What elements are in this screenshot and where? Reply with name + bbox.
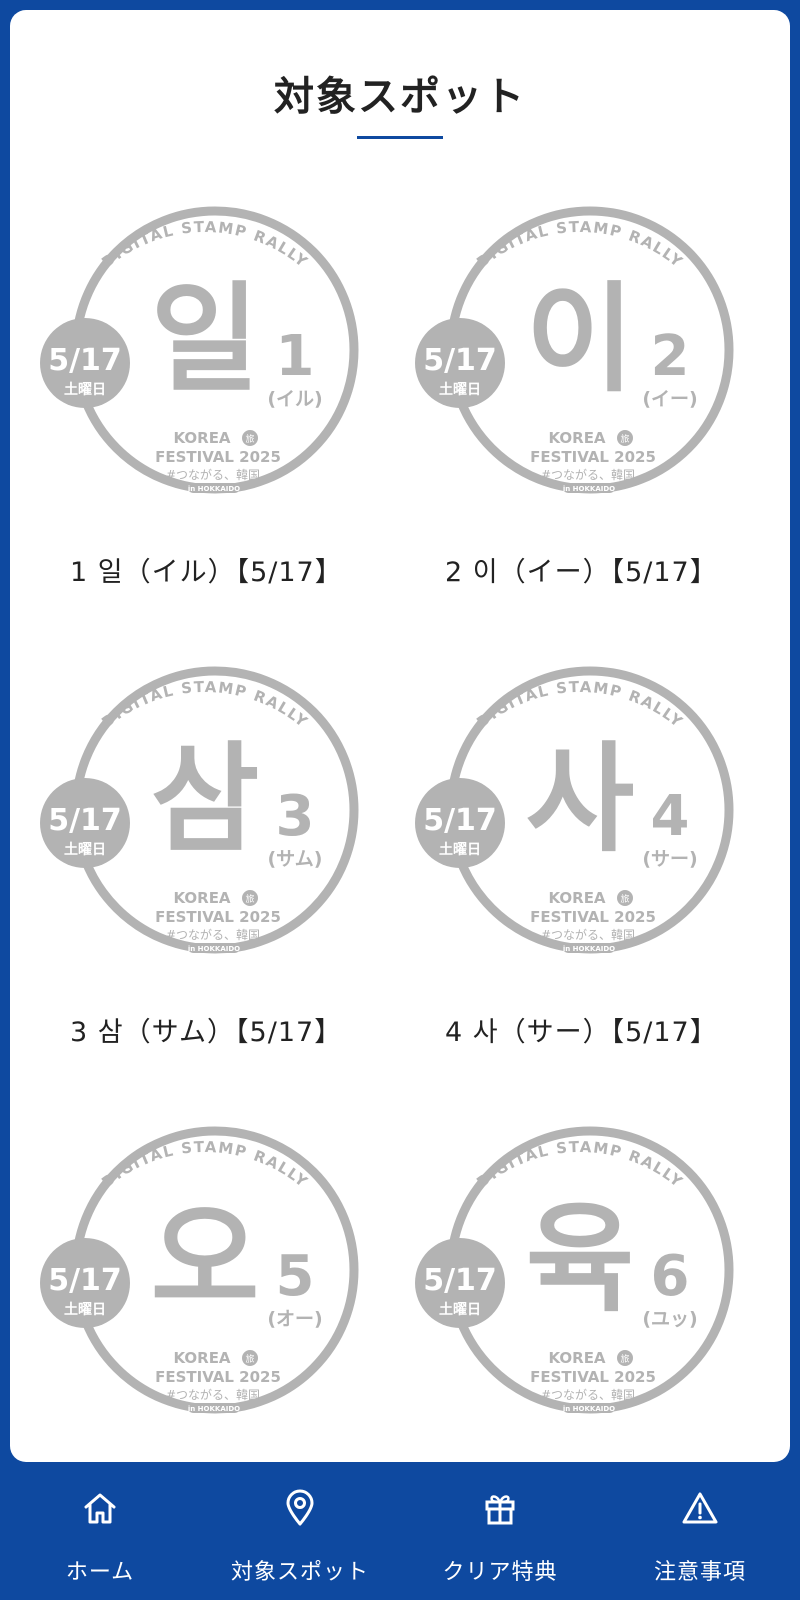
weekday-text: 土曜日 xyxy=(439,841,481,858)
nav-home-label: ホーム xyxy=(65,1560,135,1585)
stamp-image: DIGITAL STAMP RALLY5/17土曜日 사 4(サー)KOREA 旅FE… xyxy=(415,666,734,954)
stamp-hangul: 육 xyxy=(526,1190,635,1328)
stamp-hangul: 일 xyxy=(151,270,260,408)
stamp-image: DIGITAL STAMP RALLY5/17土曜日 이 2(イー)KOREA 旅FE… xyxy=(415,206,734,494)
gift-icon xyxy=(485,1495,515,1525)
title-underline xyxy=(357,136,443,139)
spot-card-3[interactable]: DIGITAL STAMP RALLY 5/17 土曜日 삼 3 (サム) KOREA 旅 FE… xyxy=(40,660,370,1060)
spot-card-4[interactable]: DIGITAL STAMP RALLY 5/17 土曜日 사 4 (サー) KOREA 旅 FE… xyxy=(415,660,745,1060)
weekday-text: 土曜日 xyxy=(64,841,106,858)
logo-badge-text: 旅 xyxy=(245,433,254,445)
logo-line-2: FESTIVAL 2025 xyxy=(155,448,281,466)
spot-label: 3 삼（サム）【5/17】 xyxy=(70,1017,343,1048)
stamp-location: in HOKKAIDO xyxy=(188,485,240,493)
logo-badge-text: 旅 xyxy=(620,1353,629,1365)
home-icon xyxy=(84,1493,116,1524)
date-text: 5/17 xyxy=(423,1263,497,1298)
logo-line-2: FESTIVAL 2025 xyxy=(530,448,656,466)
nav-notes-label: 注意事項 xyxy=(653,1560,746,1585)
logo-line-2: FESTIVAL 2025 xyxy=(530,908,656,926)
stamp-hashtag: #つながる、韓国 xyxy=(541,927,635,942)
weekday-text: 土曜日 xyxy=(64,1301,106,1318)
logo-line-2: FESTIVAL 2025 xyxy=(155,908,281,926)
stamp-hangul: 삼 xyxy=(151,730,260,868)
spot-card-2[interactable]: DIGITAL STAMP RALLY 5/17 土曜日 이 2 (イー) KOREA 旅 FE… xyxy=(415,200,745,600)
stamp-location: in HOKKAIDO xyxy=(563,945,615,953)
logo-line-1: KOREA xyxy=(548,1349,605,1367)
nav-rewards[interactable]: クリア特典 xyxy=(400,1462,600,1600)
stamp-reading: (サム) xyxy=(268,848,323,870)
stamp-reading: (オー) xyxy=(267,1308,322,1330)
stamp-hashtag: #つながる、韓国 xyxy=(166,467,260,482)
spot-label: 4 사（サー）【5/17】 xyxy=(445,1017,718,1048)
stamp-number: 6 xyxy=(651,1244,690,1309)
nav-spots[interactable]: 対象スポット xyxy=(200,1462,400,1600)
spot-label: 2 이（イー）【5/17】 xyxy=(445,557,718,588)
stamp-reading: (イー) xyxy=(642,388,697,410)
stamp-image: DIGITAL STAMP RALLY5/17土曜日 오 5(オー)KOREA 旅FE… xyxy=(40,1126,359,1414)
logo-badge-text: 旅 xyxy=(245,1353,254,1365)
logo-line-1: KOREA xyxy=(548,429,605,447)
date-text: 5/17 xyxy=(423,343,497,378)
stamp-hashtag: #つながる、韓国 xyxy=(541,1387,635,1402)
spot-card-1[interactable]: DIGITAL STAMP RALLY 5/17 土曜日 일 1 (イル) KOREA 旅 FE… xyxy=(40,200,370,600)
stamp-reading: (サー) xyxy=(642,848,697,870)
date-text: 5/17 xyxy=(423,803,497,838)
stamp-location: in HOKKAIDO xyxy=(188,1405,240,1413)
weekday-text: 土曜日 xyxy=(439,1301,481,1318)
stamp-number: 1 xyxy=(276,324,315,389)
date-text: 5/17 xyxy=(48,803,122,838)
stamp-hangul: 이 xyxy=(526,270,635,408)
spot-card-6[interactable]: DIGITAL STAMP RALLY 5/17 土曜日 육 6 (ユッ) KOREA 旅 FE… xyxy=(415,1120,745,1462)
weekday-text: 土曜日 xyxy=(439,381,481,398)
stamp-reading: (ユッ) xyxy=(642,1308,697,1330)
nav-notes[interactable]: 注意事項 xyxy=(600,1462,800,1600)
weekday-text: 土曜日 xyxy=(64,381,106,398)
stamp-number: 4 xyxy=(651,784,690,849)
page-title: 対象スポット xyxy=(274,74,526,120)
stamp-hangul: 오 xyxy=(151,1190,260,1328)
nav-spots-label: 対象スポット xyxy=(230,1560,369,1585)
nav-rewards-label: クリア特典 xyxy=(442,1560,558,1585)
logo-badge-text: 旅 xyxy=(620,433,629,445)
stamp-location: in HOKKAIDO xyxy=(188,945,240,953)
stamp-location: in HOKKAIDO xyxy=(563,485,615,493)
stamp-number: 3 xyxy=(276,784,315,849)
stamp-number: 5 xyxy=(276,1244,315,1309)
logo-line-1: KOREA xyxy=(173,889,230,907)
stamp-hashtag: #つながる、韓国 xyxy=(541,467,635,482)
map-pin-icon xyxy=(286,1489,314,1526)
stamp-image: DIGITAL STAMP RALLY5/17土曜日 삼 3(サム)KOREA 旅FE… xyxy=(40,666,359,954)
logo-badge-text: 旅 xyxy=(620,893,629,905)
stamp-hangul: 사 xyxy=(526,730,635,868)
logo-line-1: KOREA xyxy=(173,429,230,447)
date-text: 5/17 xyxy=(48,1263,122,1298)
logo-line-2: FESTIVAL 2025 xyxy=(155,1368,281,1386)
content-card: 対象スポット DIGITAL STAMP RALLY 5/17 土曜日 일 1 (イル) K… xyxy=(10,10,790,1462)
stamp-number: 2 xyxy=(651,324,690,389)
date-text: 5/17 xyxy=(48,343,122,378)
stamp-hashtag: #つながる、韓国 xyxy=(166,1387,260,1402)
logo-line-1: KOREA xyxy=(548,889,605,907)
logo-line-2: FESTIVAL 2025 xyxy=(530,1368,656,1386)
logo-badge-text: 旅 xyxy=(245,893,254,905)
stamp-location: in HOKKAIDO xyxy=(563,1405,615,1413)
spot-card-5[interactable]: DIGITAL STAMP RALLY 5/17 土曜日 오 5 (オー) KOREA 旅 FE… xyxy=(40,1120,370,1462)
nav-home[interactable]: ホーム xyxy=(0,1462,200,1600)
logo-line-1: KOREA xyxy=(173,1349,230,1367)
stamp-image: DIGITAL STAMP RALLY5/17土曜日 일 1(イル)KOREA 旅FE… xyxy=(40,206,359,494)
bottom-nav: ホーム 対象スポット クリア特典 注意事項 xyxy=(0,1462,800,1600)
spot-label: 1 일（イル）【5/17】 xyxy=(70,557,343,588)
stamp-hashtag: #つながる、韓国 xyxy=(166,927,260,942)
warning-icon xyxy=(682,1492,718,1524)
stamp-reading: (イル) xyxy=(267,388,322,410)
stamp-image: DIGITAL STAMP RALLY5/17土曜日 육 6(ユッ)KOREA 旅FE… xyxy=(415,1126,734,1414)
